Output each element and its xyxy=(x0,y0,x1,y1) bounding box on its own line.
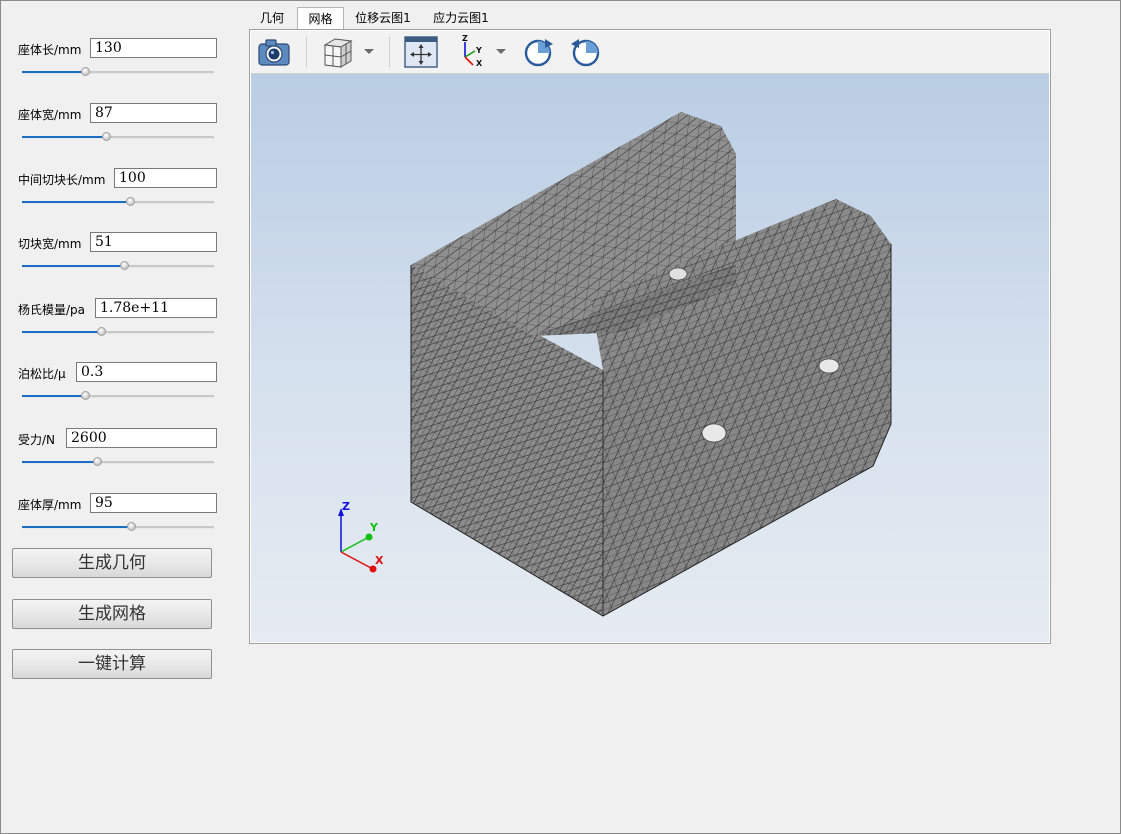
tab-stress-contour[interactable]: 应力云图1 xyxy=(424,7,498,29)
toolbar-separator xyxy=(306,37,307,67)
dropdown-arrow-icon[interactable] xyxy=(362,35,376,69)
generate-geometry-button[interactable]: 生成几何 xyxy=(12,548,212,578)
param-label: 中间切块长/mm xyxy=(18,173,106,187)
mesh-body xyxy=(410,112,892,617)
seat-length-slider[interactable] xyxy=(22,67,214,77)
param-label: 杨氏模量/pa xyxy=(18,303,86,317)
svg-text:X: X xyxy=(476,59,483,68)
slider-handle[interactable] xyxy=(125,197,135,206)
toolbar-separator xyxy=(389,37,390,67)
youngs-modulus-slider[interactable] xyxy=(22,327,214,337)
axis-triad: Z Y X xyxy=(338,500,384,573)
model-viewer: Z Y X Z Y X xyxy=(249,29,1051,644)
youngs-modulus-input[interactable] xyxy=(95,298,217,318)
slider-handle[interactable] xyxy=(102,132,112,141)
tab-mesh[interactable]: 网格 xyxy=(297,7,344,30)
slider-handle[interactable] xyxy=(119,261,129,270)
param-label: 泊松比/μ xyxy=(18,367,66,381)
3d-viewport[interactable]: Z Y X xyxy=(251,74,1049,642)
middle-cut-length-input[interactable] xyxy=(114,168,217,188)
tab-displacement-contour[interactable]: 位移云图1 xyxy=(346,7,420,29)
triad-x-label: X xyxy=(375,554,384,567)
seat-width-input[interactable] xyxy=(90,103,217,123)
generate-mesh-button[interactable]: 生成网格 xyxy=(12,599,212,629)
slider-handle[interactable] xyxy=(81,391,91,400)
triad-y-label: Y xyxy=(369,521,379,534)
force-input[interactable] xyxy=(66,428,217,448)
middle-cut-length-slider[interactable] xyxy=(22,197,214,207)
rotate-cw-icon[interactable] xyxy=(521,35,555,69)
rotate-ccw-icon[interactable] xyxy=(569,35,603,69)
slider-handle[interactable] xyxy=(92,457,102,466)
slider-handle[interactable] xyxy=(96,327,106,336)
svg-text:Y: Y xyxy=(475,46,482,55)
param-label: 切块宽/mm xyxy=(18,237,82,251)
fit-view-icon[interactable] xyxy=(403,35,439,69)
poisson-ratio-slider[interactable] xyxy=(22,391,214,401)
cut-width-slider[interactable] xyxy=(22,261,214,271)
triad-z-label: Z xyxy=(342,500,350,513)
viewer-toolbar: Z Y X xyxy=(251,31,1049,74)
tab-geometry[interactable]: 几何 xyxy=(249,7,295,29)
cut-width-input[interactable] xyxy=(90,232,217,252)
seat-thickness-input[interactable] xyxy=(90,493,217,513)
one-click-compute-button[interactable]: 一键计算 xyxy=(12,649,212,679)
svg-text:Z: Z xyxy=(462,35,468,43)
poisson-ratio-input[interactable] xyxy=(76,362,217,382)
dropdown-arrow-icon[interactable] xyxy=(494,35,508,69)
param-label: 座体宽/mm xyxy=(18,108,82,122)
axes-icon[interactable]: Z Y X xyxy=(453,34,489,69)
seat-thickness-slider[interactable] xyxy=(22,522,214,532)
camera-icon[interactable] xyxy=(257,35,291,69)
param-label: 座体厚/mm xyxy=(18,498,82,512)
param-label: 受力/N xyxy=(18,433,56,447)
slider-handle[interactable] xyxy=(81,67,91,76)
param-label: 座体长/mm xyxy=(18,43,82,57)
slider-handle[interactable] xyxy=(127,522,137,531)
view-cube-icon[interactable] xyxy=(319,35,355,69)
seat-width-slider[interactable] xyxy=(22,132,214,142)
seat-length-input[interactable] xyxy=(90,38,217,58)
force-slider[interactable] xyxy=(22,457,214,467)
